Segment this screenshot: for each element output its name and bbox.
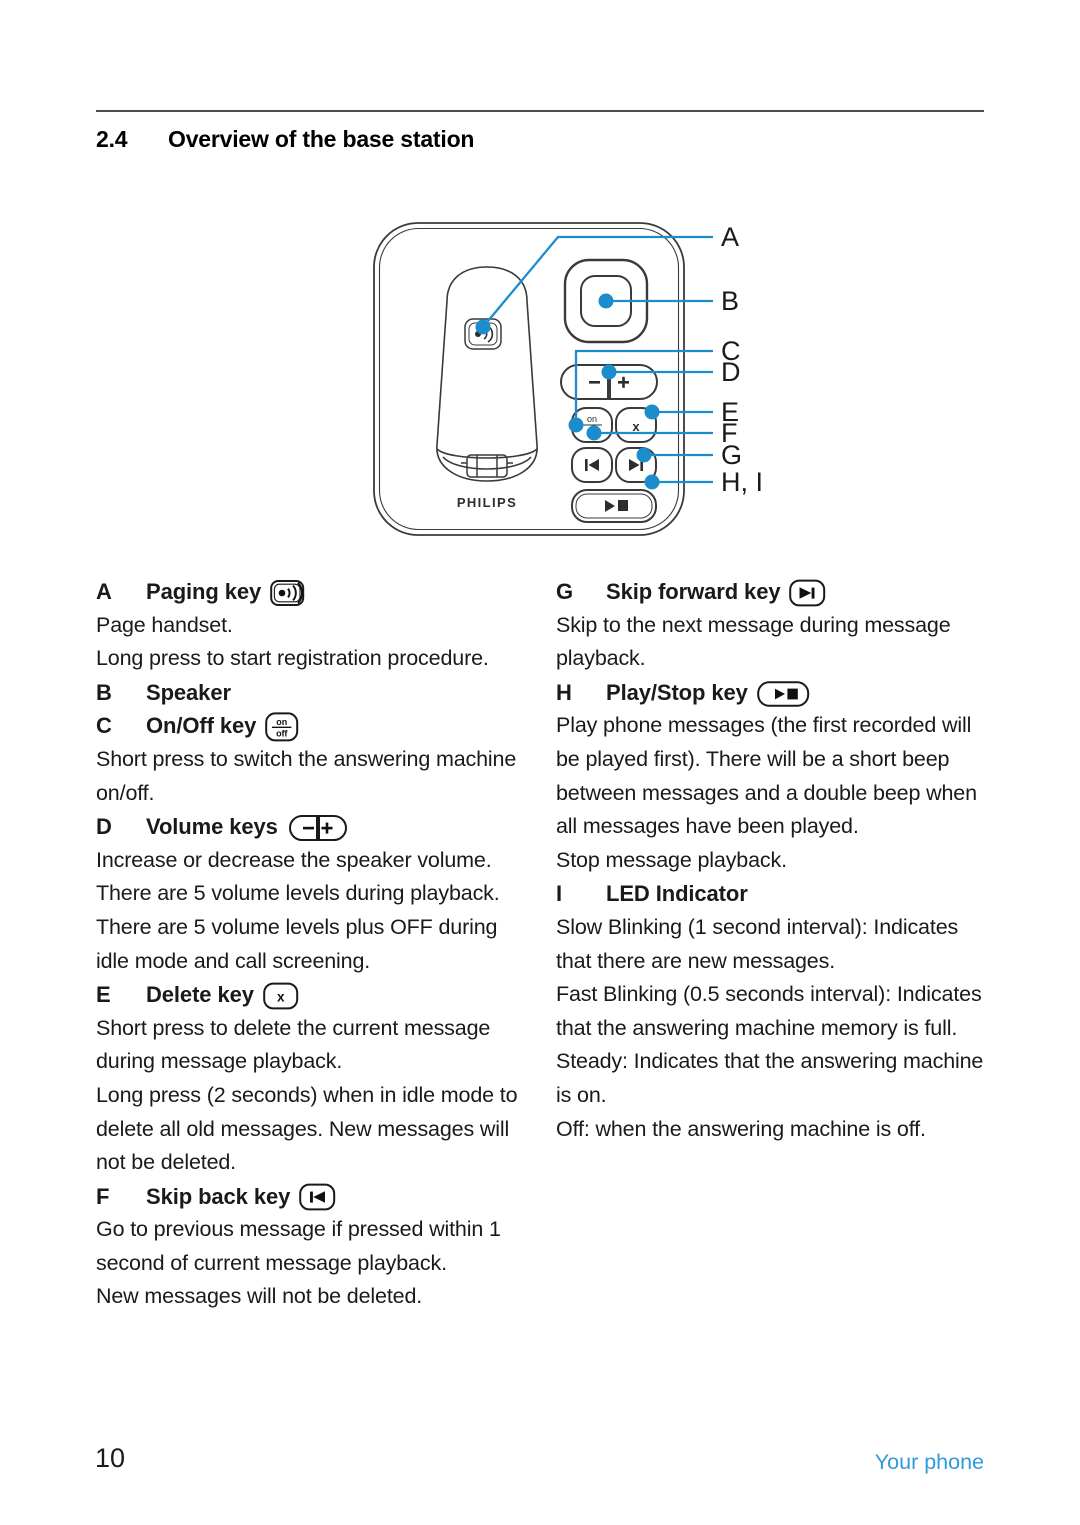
entry-label-h: Play/Stop key	[606, 679, 748, 705]
skip-forward-key-icon	[789, 579, 827, 607]
callout-labels: A B C D E F G H, I	[721, 222, 763, 497]
entry-body-a-1: Page handset.	[96, 612, 233, 637]
section-number: 2.4	[96, 126, 128, 152]
entry-body-i-3: Steady: Indicates that the answering mac…	[556, 1049, 984, 1107]
entry-label-c: On/Off key	[146, 713, 257, 739]
entry-label-i: LED Indicator	[606, 881, 748, 907]
entry-body-g: Skip to the next message during message …	[556, 612, 951, 671]
skip-back-key-button	[571, 447, 613, 483]
entry-heading-g: G Skip forward key	[556, 575, 996, 609]
entry-body-i-1: Slow Blinking (1 second interval): Indic…	[556, 914, 959, 973]
entry-body-i-2: Fast Blinking (0.5 seconds interval): In…	[556, 982, 982, 1040]
entry-letter-h: H	[556, 679, 572, 705]
play-stop-key-icon	[756, 680, 811, 708]
page-title: 2.4 Overview of the base station	[96, 126, 986, 153]
entry-letter-b: B	[96, 679, 112, 705]
callout-label-d: D	[721, 357, 741, 387]
entry-heading-a: A Paging key	[96, 575, 536, 609]
entry-body-h-2: Stop message playback.	[556, 847, 787, 872]
entry-heading-h: H Play/Stop key	[556, 676, 996, 710]
entry-letter-a: A	[96, 579, 112, 604]
entry-heading-f: F Skip back key	[96, 1180, 536, 1214]
entry-label-e: Delete key	[146, 982, 254, 1008]
left-description-column: A Paging key Page handset. Long press to…	[96, 575, 536, 1314]
base-station-diagram: PHILIPS on x A B C D E F G H, I	[365, 205, 785, 555]
header-divider	[96, 110, 984, 112]
philips-wordmark: PHILIPS	[457, 495, 517, 510]
entry-heading-d: D Volume keys	[96, 810, 536, 844]
base-outline	[373, 222, 685, 536]
entry-heading-e: E Delete key x	[96, 978, 536, 1012]
entry-letter-d: D	[96, 814, 112, 840]
right-description-column: G Skip forward key Skip to the next mess…	[556, 575, 996, 1146]
entry-label-f: Skip back key	[146, 1183, 291, 1209]
entry-letter-c: C	[96, 713, 112, 739]
section-title: Overview of the base station	[168, 126, 475, 152]
entry-body-f-1: Go to previous message if pressed within…	[96, 1217, 501, 1275]
footer-chapter-label: Your phone	[874, 1450, 984, 1474]
entry-body-h-1: Play phone messages (the first recorded …	[556, 713, 977, 839]
entry-body-e-1: Short press to delete the current messag…	[96, 1015, 491, 1074]
entry-letter-e: E	[96, 982, 111, 1008]
entry-label-b: Speaker	[146, 679, 231, 705]
entry-label-g: Skip forward key	[606, 579, 781, 604]
callout-dots	[475, 293, 660, 490]
svg-text:on: on	[587, 414, 597, 424]
entry-heading-c: C On/Off key on off	[96, 709, 536, 743]
entry-heading-b: B Speaker	[96, 676, 536, 710]
entry-label-a: Paging key	[146, 579, 262, 604]
svg-text:x: x	[632, 419, 640, 434]
delete-key-icon: x	[263, 982, 299, 1010]
page-number: 10	[95, 1443, 126, 1473]
callout-label-g: G	[721, 440, 742, 470]
entry-label-d: Volume keys	[146, 814, 278, 840]
entry-body-i-4: Off: when the answering machine is off.	[556, 1116, 926, 1141]
handset-silhouette	[436, 266, 538, 482]
entry-letter-f: F	[96, 1183, 110, 1209]
entry-heading-i: I LED Indicator	[556, 877, 996, 911]
entry-body-f-2: New messages will not be deleted.	[96, 1284, 423, 1309]
svg-text:x: x	[277, 989, 285, 1004]
skip-back-key-icon	[299, 1183, 337, 1211]
svg-text:off: off	[276, 729, 288, 739]
play-stop-key-button	[571, 489, 657, 523]
svg-text:on: on	[277, 717, 288, 727]
entry-letter-i: I	[556, 881, 563, 907]
entry-body-d: Increase or decrease the speaker volume.…	[96, 847, 500, 973]
entry-body-e-2: Long press (2 seconds) when in idle mode…	[96, 1082, 518, 1175]
entry-body-a-2: Long press to start registration procedu…	[96, 646, 489, 671]
paging-key-icon	[270, 579, 312, 607]
callout-label-hi: H, I	[721, 467, 763, 497]
callout-label-a: A	[721, 222, 739, 252]
volume-keys-icon	[287, 814, 349, 842]
manual-page: 2.4 Overview of the base station PHILIPS…	[0, 0, 1080, 1525]
entry-body-c: Short press to switch the answering mach…	[96, 746, 517, 805]
callout-label-b: B	[721, 286, 739, 316]
entry-letter-g: G	[556, 579, 574, 604]
onoff-key-icon: on off	[265, 712, 299, 742]
